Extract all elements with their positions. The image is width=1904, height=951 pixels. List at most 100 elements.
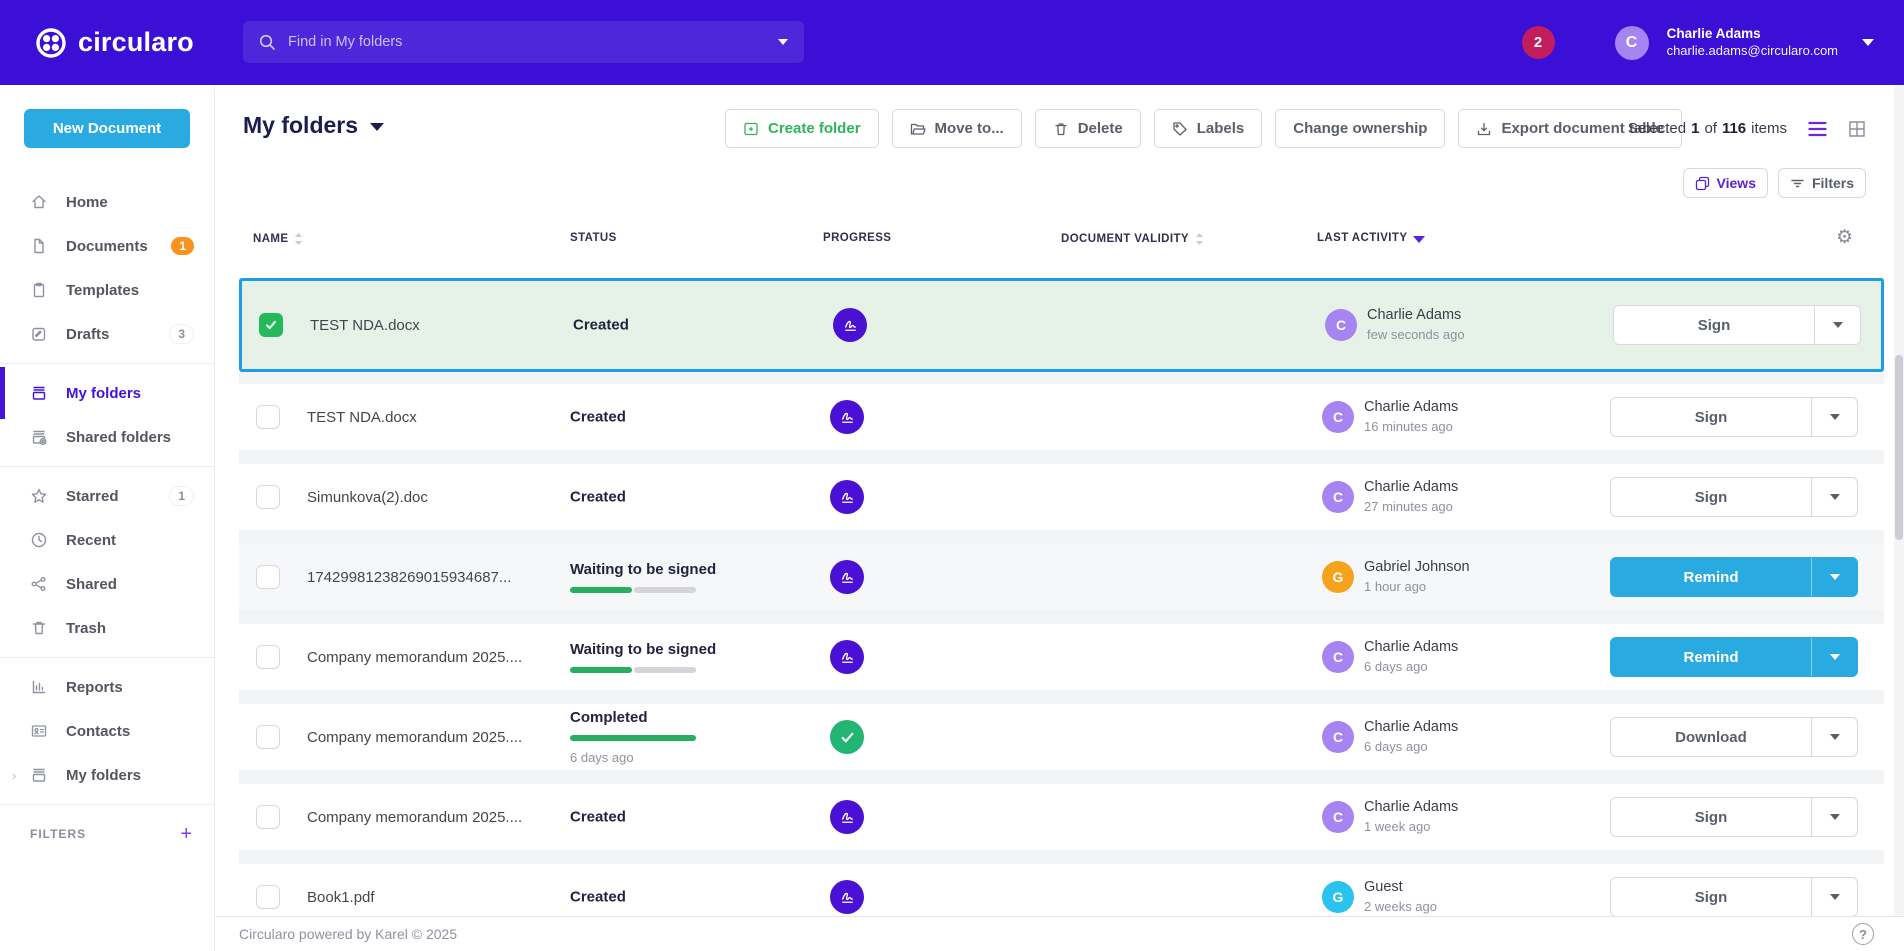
row-action-button[interactable]: Sign [1610, 877, 1858, 916]
row-checkbox[interactable] [256, 485, 280, 509]
new-document-button[interactable]: New Document [24, 109, 190, 148]
add-filter-button[interactable]: + [180, 824, 192, 844]
action-dropdown-button[interactable] [1811, 558, 1857, 596]
column-header-status[interactable]: STATUS [570, 232, 617, 244]
sort-desc-icon[interactable] [1413, 236, 1425, 243]
sidebar-item-reports[interactable]: Reports [0, 665, 214, 709]
table-row[interactable]: Company memorandum 2025.... Completed 6 … [239, 704, 1884, 770]
sidebar-item-templates[interactable]: Templates [0, 268, 214, 312]
download-icon [1476, 121, 1492, 137]
filter-icon [1790, 176, 1805, 191]
status-text: Completed [570, 709, 696, 726]
row-action-button[interactable]: Sign [1610, 477, 1858, 517]
document-name[interactable]: TEST NDA.docx [307, 384, 417, 450]
table-row[interactable]: 17429981238269015934687... Waiting to be… [239, 544, 1884, 610]
action-label[interactable]: Sign [1611, 398, 1811, 436]
row-checkbox[interactable] [256, 645, 280, 669]
action-label[interactable]: Sign [1611, 798, 1811, 836]
sidebar-item-trash[interactable]: Trash [0, 606, 214, 650]
search-input[interactable]: Find in My folders [243, 21, 804, 63]
action-label[interactable]: Sign [1614, 306, 1814, 344]
document-name[interactable]: Company memorandum 2025.... [307, 704, 522, 770]
table-row[interactable]: Book1.pdf Created G Guest 2 weeks ago Si… [239, 864, 1884, 916]
action-label[interactable]: Remind [1611, 638, 1811, 676]
user-menu-caret-icon[interactable] [1862, 39, 1874, 46]
sidebar-item-starred[interactable]: Starred 1 [0, 474, 214, 518]
row-checkbox[interactable] [256, 725, 280, 749]
column-header-progress[interactable]: PROGRESS [823, 232, 891, 244]
labels-button[interactable]: Labels [1154, 109, 1263, 148]
sidebar-item-home[interactable]: Home [0, 180, 214, 224]
sidebar-item-drafts[interactable]: Drafts 3 [0, 312, 214, 356]
table-row[interactable]: Simunkova(2).doc Created C Charlie Adams… [239, 464, 1884, 530]
sidebar-item-shared-folders[interactable]: Shared folders [0, 415, 214, 459]
status-text: Created [570, 809, 626, 826]
sidebar-item-shared[interactable]: Shared [0, 562, 214, 606]
action-label[interactable]: Remind [1611, 558, 1811, 596]
list-view-button[interactable] [1808, 121, 1827, 137]
row-action-button[interactable]: Sign [1613, 305, 1861, 345]
row-checkbox[interactable] [256, 885, 280, 909]
create-folder-button[interactable]: Create folder [725, 109, 879, 148]
sort-icon[interactable] [294, 232, 303, 246]
row-action-button[interactable]: Download [1610, 717, 1858, 757]
action-dropdown-button[interactable] [1811, 478, 1857, 516]
document-name[interactable]: TEST NDA.docx [310, 292, 420, 358]
row-action-button[interactable]: Sign [1610, 397, 1858, 437]
column-header-validity[interactable]: DOCUMENT VALIDITY [1061, 232, 1204, 246]
views-button[interactable]: Views [1683, 168, 1768, 198]
action-label[interactable]: Sign [1611, 878, 1811, 916]
document-name[interactable]: Simunkova(2).doc [307, 464, 428, 530]
table-settings-button[interactable]: ⚙ [1836, 226, 1853, 249]
template-icon [30, 281, 48, 299]
row-gap [239, 850, 1884, 864]
help-button[interactable]: ? [1852, 923, 1874, 945]
move-to-button[interactable]: Move to... [892, 109, 1022, 148]
status-time: 6 days ago [570, 750, 696, 765]
sidebar-item-my-folders[interactable]: My folders [0, 371, 214, 415]
document-name[interactable]: 17429981238269015934687... [307, 544, 511, 610]
folder-menu-caret-icon[interactable] [370, 123, 384, 131]
sidebar-item-my-folders-tree[interactable]: › My folders [0, 753, 214, 797]
row-action-button[interactable]: Remind [1610, 637, 1858, 677]
scrollbar-track[interactable] [1894, 85, 1904, 951]
delete-button[interactable]: Delete [1035, 109, 1141, 148]
row-action-button[interactable]: Remind [1610, 557, 1858, 597]
row-action-button[interactable]: Sign [1610, 797, 1858, 837]
sort-icon[interactable] [1195, 232, 1204, 246]
sidebar-item-contacts[interactable]: Contacts [0, 709, 214, 753]
document-name[interactable]: Book1.pdf [307, 864, 375, 916]
action-label[interactable]: Sign [1611, 478, 1811, 516]
row-checkbox[interactable] [256, 405, 280, 429]
notification-badge[interactable]: 2 [1522, 26, 1555, 59]
search-scope-caret-icon[interactable] [778, 39, 788, 45]
document-name[interactable]: Company memorandum 2025.... [307, 784, 522, 850]
action-dropdown-button[interactable] [1811, 798, 1857, 836]
sidebar-item-recent[interactable]: Recent [0, 518, 214, 562]
scrollbar-thumb[interactable] [1895, 355, 1903, 540]
action-label[interactable]: Download [1611, 718, 1811, 756]
change-ownership-button[interactable]: Change ownership [1275, 109, 1445, 148]
action-dropdown-button[interactable] [1811, 398, 1857, 436]
table-row[interactable]: TEST NDA.docx Created C Charlie Adams 16… [239, 384, 1884, 450]
user-avatar[interactable]: C [1615, 26, 1649, 60]
activity-avatar: C [1322, 481, 1354, 513]
table-row[interactable]: Company memorandum 2025.... Created C Ch… [239, 784, 1884, 850]
chevron-right-icon[interactable]: › [12, 768, 16, 783]
row-checkbox[interactable] [256, 565, 280, 589]
column-header-activity[interactable]: LAST ACTIVITY [1317, 232, 1425, 244]
document-name[interactable]: Company memorandum 2025.... [307, 624, 522, 690]
row-checkbox-checked[interactable] [259, 313, 283, 337]
table-row[interactable]: Company memorandum 2025.... Waiting to b… [239, 624, 1884, 690]
column-header-name[interactable]: NAME [253, 232, 303, 246]
row-checkbox[interactable] [256, 805, 280, 829]
filters-button[interactable]: Filters [1778, 168, 1866, 198]
sidebar-item-documents[interactable]: Documents 1 [0, 224, 214, 268]
grid-view-button[interactable] [1848, 120, 1866, 138]
action-dropdown-button[interactable] [1811, 718, 1857, 756]
action-dropdown-button[interactable] [1814, 306, 1860, 344]
action-dropdown-button[interactable] [1811, 638, 1857, 676]
table-row[interactable]: TEST NDA.docx Created C Charlie Adams fe… [242, 292, 1881, 358]
action-dropdown-button[interactable] [1811, 878, 1857, 916]
sidebar-item-label: Drafts [66, 326, 109, 343]
